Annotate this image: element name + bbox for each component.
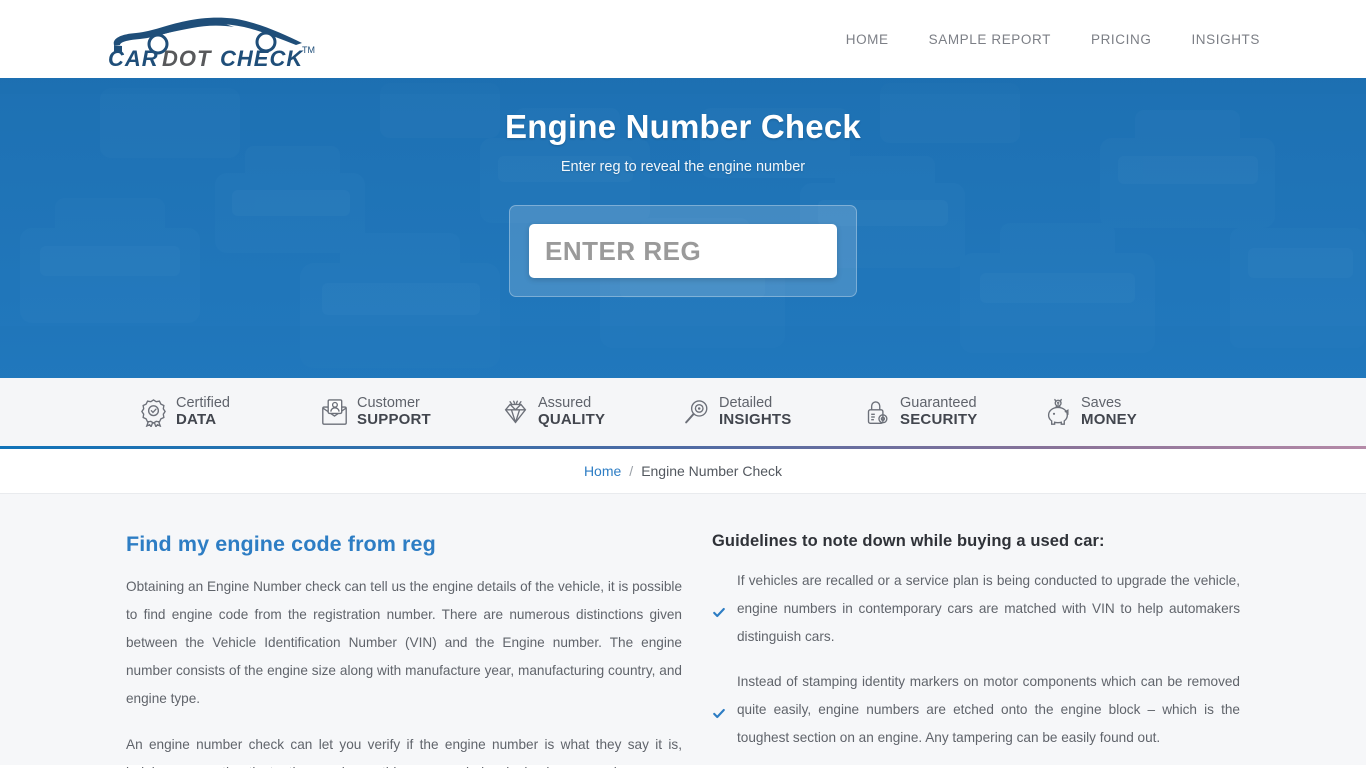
left-paragraph-2: An engine number check can let you verif… [126,737,682,768]
hero-section: Engine Number Check Enter reg to reveal … [0,78,1366,378]
content-column-right: Guidelines to note down while buying a u… [712,532,1240,765]
feature-label-bottom: INSIGHTS [719,410,792,428]
content-column-left: Find my engine code from reg Obtaining a… [126,532,682,768]
feature-saves-money: Saves MONEY [1045,395,1226,428]
list-item: Instead of stamping identity markers on … [712,668,1240,752]
breadcrumb-separator: / [629,463,634,479]
feature-customer-support: Customer SUPPORT [321,395,502,428]
feature-label-bottom: SECURITY [900,410,978,428]
magnifier-icon [685,399,708,423]
certified-badge-icon [141,398,166,427]
main-navigation: HOME SAMPLE REPORT PRICING INSIGHTS [826,32,1260,47]
car-dot-check-logo-icon: CAR DOT CHECK TM [108,17,315,67]
hero-subtitle: Enter reg to reveal the engine number [560,159,806,175]
hero-title: Engine Number Check [505,108,861,145]
diamond-icon [504,400,527,423]
piggy-bank-icon [1047,398,1069,425]
nav-item-insights[interactable]: INSIGHTS [1171,32,1260,47]
nav-item-sample-report[interactable]: SAMPLE REPORT [909,32,1071,47]
feature-label-top: Guaranteed [900,395,977,412]
reg-search-box [529,224,837,278]
feature-assured-quality: Assured QUALITY [502,395,683,428]
breadcrumb-current: Engine Number Check [641,463,783,479]
feature-label-bottom: QUALITY [538,410,606,428]
feature-label-bottom: MONEY [1081,410,1138,428]
feature-label-top: Saves [1081,395,1122,412]
padlock-icon [867,400,888,424]
feature-label-top: Certified [176,395,230,412]
feature-certified-data: Certified DATA [140,395,321,428]
site-header: CAR DOT CHECK TM HOME SAMPLE REPORT PRIC… [0,0,1366,78]
feature-guaranteed-security: Guaranteed SECURITY [864,395,1045,428]
check-icon [713,607,725,618]
svg-text:TM: TM [302,45,315,55]
check-icon [713,708,725,719]
feature-label-bottom: SUPPORT [357,410,431,428]
list-item: If vehicles are recalled or a service pl… [712,567,1240,651]
left-paragraph-1: Obtaining an Engine Number check can tel… [126,579,682,706]
right-heading: Guidelines to note down while buying a u… [712,532,1105,550]
main-content: Find my engine code from reg Obtaining a… [0,494,1366,768]
svg-text:DOT: DOT [162,46,212,67]
left-heading: Find my engine code from reg [126,532,436,556]
site-logo[interactable]: CAR DOT CHECK TM [106,11,320,67]
customer-support-icon [322,398,347,425]
nav-item-pricing[interactable]: PRICING [1071,32,1171,47]
features-bar: Certified DATA Customer SUPPORT Assured … [0,378,1366,446]
list-item-text: Instead of stamping identity markers on … [737,674,1240,745]
svg-text:CAR: CAR [108,46,159,67]
search-input[interactable] [529,224,837,278]
nav-item-home[interactable]: HOME [826,32,909,47]
guidelines-list: If vehicles are recalled or a service pl… [712,567,1240,768]
feature-label-top: Customer [357,395,420,412]
feature-label-top: Assured [538,395,592,412]
svg-text:CHECK: CHECK [220,46,304,67]
list-item-text: If vehicles are recalled or a service pl… [737,573,1240,644]
search-panel [509,205,857,297]
feature-label-top: Detailed [719,395,773,412]
feature-detailed-insights: Detailed INSIGHTS [683,395,864,428]
breadcrumb: Home / Engine Number Check [0,449,1366,494]
feature-label-bottom: DATA [176,410,217,428]
breadcrumb-home-link[interactable]: Home [584,463,621,479]
